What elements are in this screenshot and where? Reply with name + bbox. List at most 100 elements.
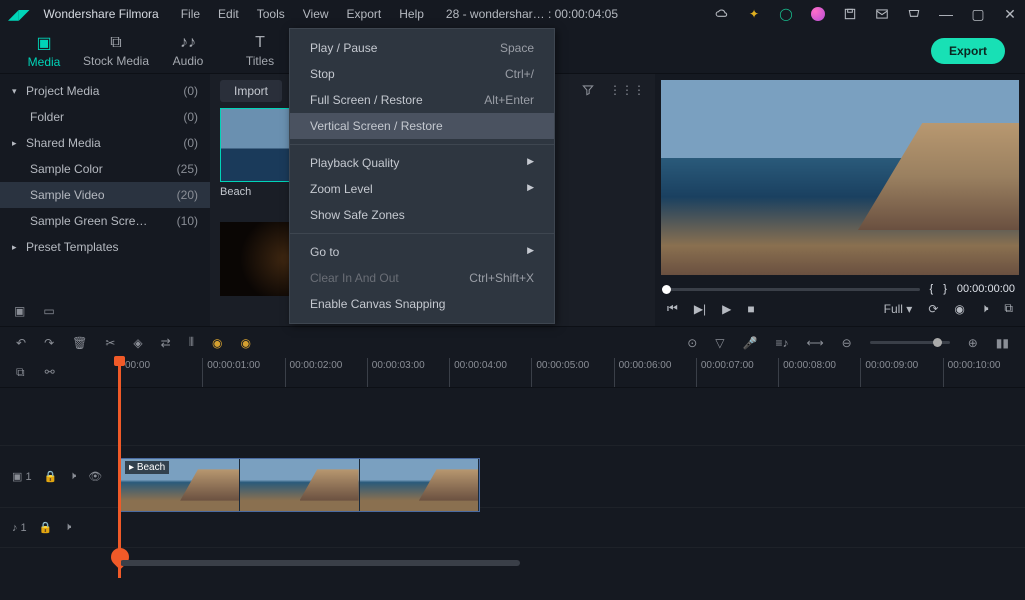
audio-wave-icon[interactable]: ⦀ bbox=[189, 335, 194, 350]
snapshot-icon[interactable]: ◉ bbox=[954, 302, 964, 316]
timeline-ruler[interactable]: ⧉ ⚯ 00:0000:00:01:0000:00:02:0000:00:03:… bbox=[0, 358, 1025, 388]
cloud-icon[interactable] bbox=[715, 7, 729, 21]
add-track-icon[interactable]: ⧉ bbox=[16, 365, 25, 380]
mixer-icon[interactable]: ≡♪ bbox=[775, 336, 788, 350]
timeline-clip-beach[interactable]: ▸ Beach bbox=[120, 458, 480, 512]
grid-view-icon[interactable]: ⋮⋮⋮ bbox=[609, 83, 645, 100]
tips-icon[interactable]: ✦ bbox=[747, 7, 761, 21]
ruler-tick[interactable]: 00:00:06:00 bbox=[614, 358, 696, 387]
cart-icon[interactable] bbox=[907, 7, 921, 21]
adjust-icon[interactable]: ⇄ bbox=[161, 336, 171, 350]
export-button[interactable]: Export bbox=[931, 38, 1005, 64]
ruler-tick[interactable]: 00:00 bbox=[120, 358, 202, 387]
lock-icon[interactable]: 🔒 bbox=[39, 521, 53, 534]
view-menu-item[interactable]: Show Safe Zones bbox=[290, 202, 554, 228]
preview-scrubber[interactable] bbox=[665, 288, 920, 291]
view-menu-item[interactable]: Playback Quality▶ bbox=[290, 150, 554, 176]
mute-icon[interactable]: 🕨 bbox=[69, 470, 76, 483]
sidebar-item-sample-video[interactable]: Sample Video(20) bbox=[0, 182, 210, 208]
close-icon[interactable]: ✕ bbox=[1003, 7, 1017, 21]
ruler-tick[interactable]: 00:00:10:00 bbox=[943, 358, 1025, 387]
ruler-tick[interactable]: 00:00:07:00 bbox=[696, 358, 778, 387]
ruler-tick[interactable]: 00:00:04:00 bbox=[449, 358, 531, 387]
ruler-tick[interactable]: 00:00:01:00 bbox=[202, 358, 284, 387]
tab-stock-media[interactable]: ⧉Stock Media bbox=[80, 34, 152, 68]
effect2-icon[interactable]: ◉ bbox=[240, 336, 250, 350]
playhead[interactable] bbox=[118, 358, 121, 578]
message-icon[interactable] bbox=[875, 7, 889, 21]
stop-icon[interactable]: ■ bbox=[747, 302, 754, 316]
quality-label[interactable]: Full ▾ bbox=[884, 302, 913, 316]
maximize-icon[interactable]: ▢ bbox=[971, 7, 985, 21]
fit-icon[interactable]: ⟷ bbox=[806, 336, 823, 350]
record-icon[interactable]: ⊙ bbox=[687, 336, 697, 350]
shield-icon[interactable]: ▽ bbox=[715, 336, 724, 350]
view-menu-item[interactable]: Go to▶ bbox=[290, 239, 554, 265]
support-icon[interactable]: ◯ bbox=[779, 7, 793, 21]
tab-media[interactable]: ▣Media bbox=[8, 33, 80, 69]
app-title: Wondershare Filmora bbox=[44, 7, 159, 21]
view-menu-item[interactable]: Play / PauseSpace bbox=[290, 35, 554, 61]
menu-help[interactable]: Help bbox=[399, 7, 424, 21]
sidebar-item-folder[interactable]: Folder(0) bbox=[0, 104, 210, 130]
cut-icon[interactable]: ✂ bbox=[105, 336, 115, 350]
mark-out-icon[interactable]: } bbox=[943, 283, 947, 295]
tab-titles[interactable]: TTitles bbox=[224, 34, 296, 68]
undo-icon[interactable]: ↶ bbox=[16, 336, 26, 350]
zoom-slider[interactable] bbox=[870, 341, 950, 344]
effect1-icon[interactable]: ◉ bbox=[212, 336, 222, 350]
sidebar-item-preset-templates[interactable]: ▸Preset Templates bbox=[0, 234, 210, 260]
zoom-out-icon[interactable]: ⊖ bbox=[842, 336, 852, 350]
view-menu-item[interactable]: Clear In And OutCtrl+Shift+X bbox=[290, 265, 554, 291]
filter-icon[interactable] bbox=[581, 83, 595, 100]
menu-export[interactable]: Export bbox=[347, 7, 382, 21]
account-icon[interactable] bbox=[811, 7, 825, 21]
menu-tools[interactable]: Tools bbox=[257, 7, 285, 21]
import-button[interactable]: Import bbox=[220, 80, 282, 102]
view-menu-item[interactable]: StopCtrl+/ bbox=[290, 61, 554, 87]
prev-frame-icon[interactable]: ⏮ bbox=[667, 301, 678, 316]
preview-canvas[interactable] bbox=[661, 80, 1019, 275]
tab-audio[interactable]: ♪♪Audio bbox=[152, 34, 224, 68]
delete-icon[interactable]: 🗑 bbox=[72, 336, 87, 350]
redo-icon[interactable]: ↷ bbox=[44, 336, 54, 350]
lock-icon[interactable]: 🔒 bbox=[44, 470, 58, 483]
menu-edit[interactable]: Edit bbox=[218, 7, 239, 21]
sidebar-item-sample-green[interactable]: Sample Green Scre…(10) bbox=[0, 208, 210, 234]
timeline-tracks: ▣ 1 🔒 🕨 👁 ♪ 1 🔒 🕨 ▸ Beach bbox=[0, 388, 1025, 568]
mic-icon[interactable]: 🎤 bbox=[742, 336, 757, 350]
mute-icon[interactable]: 🕨 bbox=[64, 521, 71, 534]
ruler-tick[interactable]: 00:00:05:00 bbox=[531, 358, 613, 387]
save-icon[interactable] bbox=[843, 7, 857, 21]
view-menu-item[interactable]: Enable Canvas Snapping bbox=[290, 291, 554, 317]
menu-view[interactable]: View bbox=[303, 7, 329, 21]
expand-icon[interactable]: ⧉ bbox=[1004, 301, 1013, 316]
ruler-tick[interactable]: 00:00:02:00 bbox=[285, 358, 367, 387]
sidebar-item-project-media[interactable]: ▾Project Media(0) bbox=[0, 78, 210, 104]
display-icon[interactable]: ⟳ bbox=[928, 302, 938, 316]
ruler-tick[interactable]: 00:00:09:00 bbox=[860, 358, 942, 387]
folder-icon[interactable]: ▭ bbox=[43, 304, 54, 318]
view-menu-item[interactable]: Vertical Screen / Restore bbox=[290, 113, 554, 139]
view-menu-dropdown: Play / PauseSpaceStopCtrl+/Full Screen /… bbox=[289, 28, 555, 324]
eye-icon[interactable]: 👁 bbox=[88, 470, 102, 483]
tl-layout-icon[interactable]: ▮▮ bbox=[996, 336, 1009, 350]
play-icon[interactable]: ▶ bbox=[722, 302, 731, 316]
ruler-tick[interactable]: 00:00:08:00 bbox=[778, 358, 860, 387]
volume-icon[interactable]: 🕨 bbox=[981, 301, 989, 316]
new-folder-icon[interactable]: ▣ bbox=[14, 304, 25, 318]
play-in-icon[interactable]: ▶| bbox=[694, 302, 706, 316]
timeline-scrollbar[interactable] bbox=[120, 560, 520, 566]
minimize-icon[interactable]: — bbox=[939, 7, 953, 21]
menu-file[interactable]: File bbox=[181, 7, 200, 21]
link-icon[interactable]: ⚯ bbox=[45, 365, 55, 380]
marker-icon[interactable]: ◈ bbox=[133, 336, 142, 350]
view-menu-item[interactable]: Full Screen / RestoreAlt+Enter bbox=[290, 87, 554, 113]
view-menu-item[interactable]: Zoom Level▶ bbox=[290, 176, 554, 202]
sidebar-item-shared-media[interactable]: ▸Shared Media(0) bbox=[0, 130, 210, 156]
zoom-in-icon[interactable]: ⊕ bbox=[968, 336, 978, 350]
ruler-tick[interactable]: 00:00:03:00 bbox=[367, 358, 449, 387]
mark-in-icon[interactable]: { bbox=[930, 283, 934, 295]
audio-track-label: ♪ 1 bbox=[12, 522, 27, 534]
sidebar-item-sample-color[interactable]: Sample Color(25) bbox=[0, 156, 210, 182]
